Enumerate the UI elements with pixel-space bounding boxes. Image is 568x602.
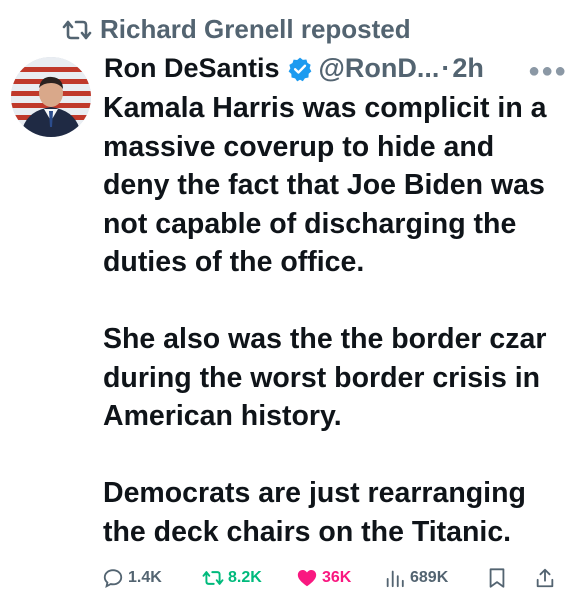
timestamp[interactable]: 2h — [452, 53, 484, 84]
reply-button[interactable]: 1.4K — [102, 567, 162, 589]
repost-icon — [62, 20, 92, 39]
avatar-image — [11, 57, 91, 137]
avatar[interactable] — [11, 57, 91, 137]
repost-count: 8.2K — [228, 569, 262, 586]
views-button[interactable]: 689K — [384, 567, 448, 589]
verified-badge-icon[interactable] — [287, 56, 313, 82]
views-icon — [386, 570, 404, 588]
reply-icon — [103, 569, 123, 589]
share-icon — [536, 568, 554, 588]
tweet-paragraph: Kamala Harris was complicit in a massive… — [103, 92, 547, 278]
heart-icon — [297, 570, 317, 587]
like-count: 36K — [322, 569, 352, 586]
display-name[interactable]: Ron DeSantis — [104, 53, 280, 84]
repost-icon — [202, 571, 224, 585]
tweet-paragraph: Democrats are just rearranging the deck … — [103, 477, 526, 548]
repost-label: Richard Grenell reposted — [100, 14, 411, 44]
tweet-text: Kamala Harris was complicit in a massive… — [103, 89, 558, 551]
action-bar: 1.4K 8.2K 36K 689K — [102, 565, 558, 595]
handle[interactable]: @RonD... — [319, 53, 440, 84]
more-icon[interactable]: ●●● — [528, 60, 567, 83]
repost-context[interactable]: Richard Grenell reposted — [62, 14, 411, 45]
repost-button[interactable]: 8.2K — [202, 567, 262, 589]
separator-dot: · — [441, 53, 451, 83]
bookmark-button[interactable] — [486, 567, 508, 589]
share-button[interactable] — [534, 567, 556, 589]
bookmark-icon — [489, 568, 505, 588]
tweet-paragraph: She also was the the border czar during … — [103, 323, 547, 432]
like-button[interactable]: 36K — [296, 567, 351, 589]
tweet-header: Ron DeSantis @RonD... · 2h — [104, 53, 484, 84]
reply-count: 1.4K — [128, 569, 162, 586]
view-count: 689K — [410, 569, 449, 586]
